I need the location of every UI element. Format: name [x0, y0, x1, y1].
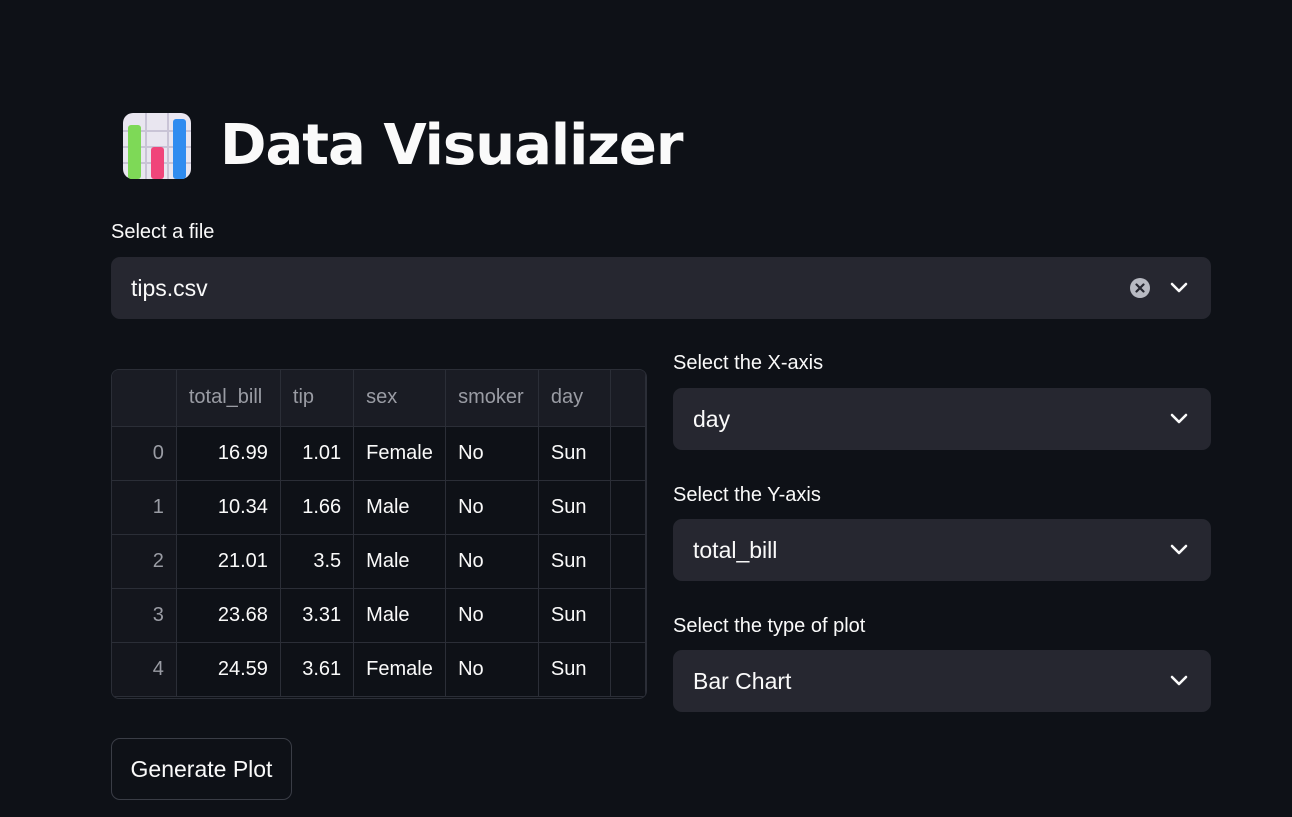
data-table[interactable]: total_bill tip sex smoker day 0 16.99 1.… — [111, 369, 647, 699]
table-cell[interactable]: 3.5 — [280, 534, 355, 589]
plot-type-select-value: Bar Chart — [693, 667, 792, 694]
page-header: Data Visualizer — [122, 108, 683, 184]
table-cell[interactable]: Sun — [538, 588, 612, 643]
plot-type-select[interactable]: Bar Chart — [673, 650, 1211, 712]
file-select-label: Select a file — [111, 221, 215, 243]
table-cell[interactable]: 23.68 — [176, 588, 281, 643]
table-cell[interactable]: No — [445, 480, 539, 535]
table-row: 4 24.59 3.61 Female No Sun — [112, 642, 646, 697]
file-select[interactable]: tips.csv — [111, 257, 1211, 319]
table-cell-overflow — [610, 642, 646, 697]
chevron-down-icon[interactable] — [1169, 544, 1189, 556]
table-cell[interactable]: Female — [353, 642, 447, 697]
y-axis-select-label: Select the Y-axis — [673, 484, 821, 506]
table-row: 0 16.99 1.01 Female No Sun — [112, 426, 646, 481]
table-cell[interactable]: Male — [353, 534, 447, 589]
table-cell-overflow — [610, 534, 646, 589]
y-axis-select[interactable]: total_bill — [673, 519, 1211, 581]
table-cell[interactable]: 1.01 — [280, 426, 355, 481]
table-cell[interactable]: 3.31 — [280, 588, 355, 643]
table-cell[interactable]: No — [445, 426, 539, 481]
table-cell[interactable]: 16.99 — [176, 426, 281, 481]
row-index-cell[interactable]: 1 — [112, 480, 177, 535]
table-cell[interactable]: No — [445, 642, 539, 697]
table-cell[interactable]: Male — [353, 480, 447, 535]
row-index-cell[interactable]: 2 — [112, 534, 177, 589]
column-header-total-bill[interactable]: total_bill — [176, 370, 281, 427]
plot-type-select-label: Select the type of plot — [673, 615, 866, 637]
table-row: 2 21.01 3.5 Male No Sun — [112, 534, 646, 589]
table-row: 1 10.34 1.66 Male No Sun — [112, 480, 646, 535]
table-cell[interactable]: No — [445, 588, 539, 643]
row-index-cell[interactable]: 4 — [112, 642, 177, 697]
table-cell[interactable]: Female — [353, 426, 447, 481]
column-header-smoker[interactable]: smoker — [445, 370, 539, 427]
chevron-down-icon[interactable] — [1169, 413, 1189, 425]
page-title: Data Visualizer — [220, 113, 683, 178]
column-header-index[interactable] — [112, 370, 177, 427]
table-cell[interactable]: Sun — [538, 480, 612, 535]
chevron-down-icon[interactable] — [1169, 675, 1189, 687]
bar-chart-icon — [123, 113, 191, 179]
table-cell[interactable]: 21.01 — [176, 534, 281, 589]
table-cell-overflow — [610, 426, 646, 481]
column-header-sex[interactable]: sex — [353, 370, 447, 427]
table-cell[interactable]: 10.34 — [176, 480, 281, 535]
clear-icon[interactable] — [1129, 277, 1151, 299]
y-axis-select-value: total_bill — [693, 536, 778, 563]
table-cell[interactable]: No — [445, 534, 539, 589]
table-row: 3 23.68 3.31 Male No Sun — [112, 588, 646, 643]
row-index-cell[interactable]: 3 — [112, 588, 177, 643]
table-cell[interactable]: Sun — [538, 642, 612, 697]
row-index-cell[interactable]: 0 — [112, 426, 177, 481]
column-header-tip[interactable]: tip — [280, 370, 355, 427]
file-select-value: tips.csv — [131, 274, 208, 301]
table-cell[interactable]: Sun — [538, 426, 612, 481]
table-cell-overflow — [610, 480, 646, 535]
table-cell-overflow — [610, 588, 646, 643]
table-cell[interactable]: Sun — [538, 534, 612, 589]
column-header-day[interactable]: day — [538, 370, 612, 427]
app-root: Data Visualizer Select a file tips.csv t… — [0, 0, 1292, 817]
table-cell[interactable]: Male — [353, 588, 447, 643]
chevron-down-icon[interactable] — [1169, 282, 1189, 294]
generate-plot-button[interactable]: Generate Plot — [111, 738, 292, 800]
x-axis-select[interactable]: day — [673, 388, 1211, 450]
table-cell[interactable]: 1.66 — [280, 480, 355, 535]
column-header-overflow — [610, 370, 646, 427]
table-header-row: total_bill tip sex smoker day — [112, 370, 646, 427]
x-axis-select-label: Select the X-axis — [673, 352, 824, 374]
table-cell[interactable]: 3.61 — [280, 642, 355, 697]
table-cell[interactable]: 24.59 — [176, 642, 281, 697]
x-axis-select-value: day — [693, 405, 731, 432]
